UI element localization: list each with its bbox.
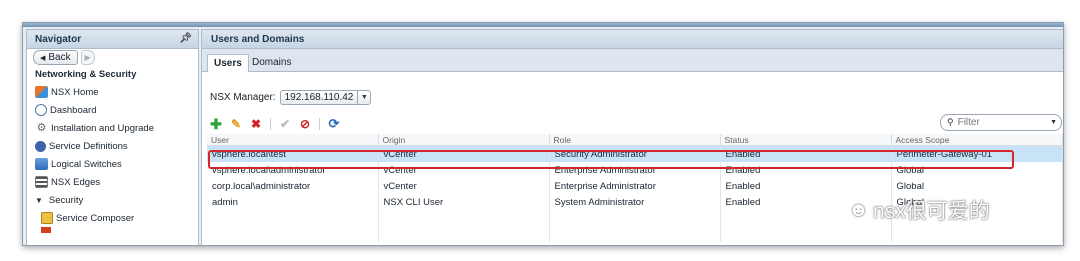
column-header-user[interactable]: User (207, 134, 379, 146)
enable-icon[interactable]: ✔ (279, 117, 291, 131)
nav-item-label: Installation and Upgrade (51, 122, 154, 134)
back-arrow-icon: ◀ (40, 54, 46, 62)
cell-status: Enabled (720, 162, 892, 178)
composer-icon (41, 212, 53, 224)
chevron-down-icon[interactable]: ▼ (1050, 119, 1057, 126)
cell-access-scope: Perimeter-Gateway-01 (891, 145, 1063, 162)
delete-icon[interactable]: ✖ (250, 117, 262, 131)
nav-item-label: Service Definitions (49, 140, 128, 152)
nav-item-service-composer[interactable]: Service Composer (27, 209, 198, 227)
cell-origin: NSX CLI User (378, 194, 550, 210)
cell-origin: vCenter (378, 178, 550, 194)
refresh-icon[interactable]: ⟳ (328, 116, 340, 131)
cell-role: System Administrator (549, 194, 721, 210)
nav-item-label: Security (48, 194, 84, 206)
column-header-role[interactable]: Role (549, 134, 721, 146)
cell-user: corp.local\administrator (207, 178, 379, 194)
gear-icon: ⚙ (36, 122, 47, 134)
switch-icon (35, 158, 48, 170)
nav-section-title: Networking & Security (35, 69, 137, 80)
watermark: ☻ nsx很可爱的 (848, 195, 990, 225)
cell-user: vsphere.local\administrator (207, 162, 379, 178)
tab-bar: Users Domains (202, 49, 1063, 72)
top-strip (23, 23, 1063, 27)
navigator-title: Navigator (35, 33, 82, 45)
manager-label: NSX Manager: (210, 92, 276, 103)
firewall-icon (41, 227, 51, 233)
nav-item-dashboard[interactable]: Dashboard (27, 101, 198, 119)
panel-title: Users and Domains (211, 33, 305, 45)
cell-origin: vCenter (378, 162, 550, 178)
nav-item-logical-switches[interactable]: Logical Switches (27, 155, 198, 173)
pin-icon[interactable]: 📌︎ (179, 33, 192, 44)
watermark-text: nsx很可爱的 (873, 200, 990, 223)
back-button[interactable]: ◀ Back (33, 50, 78, 65)
forward-arrow-icon: ▶ (84, 53, 91, 62)
edge-icon (35, 176, 48, 188)
cell-user: vsphere.local\test (207, 145, 379, 162)
table-row[interactable]: vsphere.local\test vCenter Security Admi… (207, 145, 1063, 162)
service-icon (35, 140, 46, 152)
cell-access-scope: Global (891, 162, 1063, 178)
toolbar: ✚ ✎ ✖ ✔ ⊘ ⟳ (210, 116, 340, 132)
nav-item-security[interactable]: ▼ Security (27, 191, 198, 209)
wechat-icon: ☻ (848, 198, 870, 221)
home-icon (35, 86, 48, 98)
manager-value: 192.168.110.42 (284, 92, 354, 103)
back-label: Back (48, 52, 71, 63)
forward-button[interactable]: ▶ (80, 50, 95, 65)
cell-status: Enabled (720, 145, 892, 162)
add-icon[interactable]: ✚ (210, 116, 222, 132)
column-header-origin[interactable]: Origin (378, 134, 550, 146)
cell-role: Enterprise Administrator (549, 178, 721, 194)
nav-item-label: NSX Edges (51, 176, 101, 188)
back-row: ◀ Back ▶ (27, 49, 198, 66)
cell-access-scope: Global (891, 178, 1063, 194)
cell-role: Enterprise Administrator (549, 162, 721, 178)
edit-icon[interactable]: ✎ (230, 117, 242, 131)
nav-item-nsx-home[interactable]: NSX Home (27, 83, 198, 101)
tab-domains[interactable]: Domains (246, 54, 297, 70)
nav-item-installation[interactable]: ⚙ Installation and Upgrade (27, 119, 198, 137)
panel-header: Users and Domains (202, 30, 1063, 49)
toolbar-separator (319, 118, 320, 130)
chevron-down-icon: ▼ (357, 91, 370, 104)
toolbar-separator (270, 118, 271, 130)
nav-item-label: Dashboard (50, 104, 97, 116)
filter-input[interactable]: ⚲ Filter ▼ (940, 114, 1062, 131)
nav-item-label: Logical Switches (51, 158, 122, 170)
nav-item-service-definitions[interactable]: Service Definitions (27, 137, 198, 155)
nav-item-label: NSX Home (51, 86, 99, 98)
table-row[interactable]: corp.local\administrator vCenter Enterpr… (207, 178, 1063, 194)
cell-status: Enabled (720, 178, 892, 194)
dashboard-icon (35, 104, 47, 116)
filter-placeholder: Filter (957, 117, 980, 128)
nav-item-partial (27, 227, 198, 233)
table-row[interactable]: vsphere.local\administrator vCenter Ente… (207, 162, 1063, 178)
column-header-access-scope[interactable]: Access Scope (891, 134, 1063, 146)
search-icon: ⚲ (947, 117, 954, 127)
column-header-status[interactable]: Status (720, 134, 892, 146)
table-header-row: User Origin Role Status Access Scope (207, 134, 1063, 146)
manager-select[interactable]: 192.168.110.42 ▼ (279, 90, 372, 105)
nav-item-nsx-edges[interactable]: NSX Edges (27, 173, 198, 191)
cell-origin: vCenter (378, 145, 550, 162)
caret-down-icon: ▼ (35, 195, 43, 205)
navigator-header: Navigator 📌︎ (27, 30, 198, 49)
tab-users[interactable]: Users (207, 54, 249, 72)
cell-user: admin (207, 194, 379, 210)
nav-item-label: Service Composer (56, 212, 135, 224)
cell-role: Security Administrator (549, 145, 721, 162)
empty-row (207, 226, 1063, 242)
users-table: User Origin Role Status Access Scope vsp… (207, 134, 1063, 242)
disable-icon[interactable]: ⊘ (299, 117, 311, 131)
manager-row: NSX Manager: 192.168.110.42 ▼ (210, 90, 372, 105)
navigator-panel: Navigator 📌︎ ◀ Back ▶ Networking & Secur… (26, 29, 199, 245)
